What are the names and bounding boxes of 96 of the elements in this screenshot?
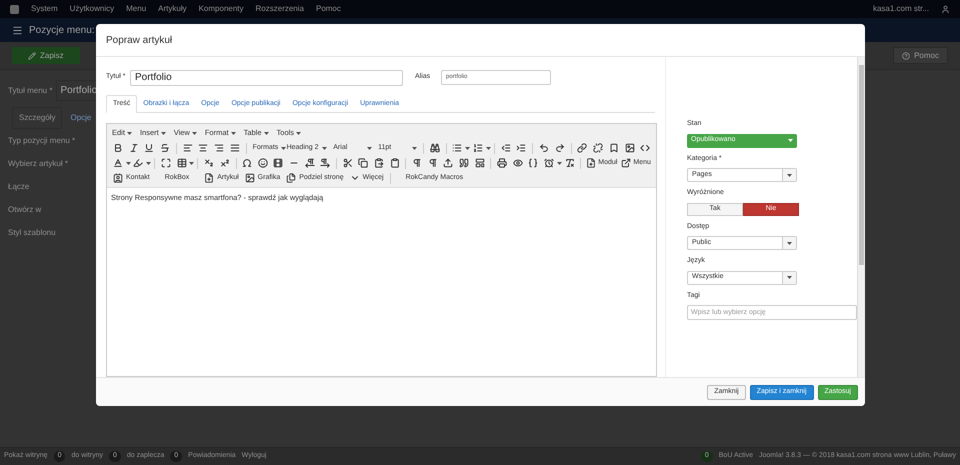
caret-icon [787, 174, 792, 176]
outdent-icon[interactable] [500, 143, 511, 153]
table-icon[interactable] [176, 158, 187, 168]
caret-icon [556, 162, 562, 164]
help-button[interactable]: Pomoc [893, 47, 948, 64]
caret-icon [264, 132, 269, 134]
top-menu-item[interactable]: Menu [126, 3, 146, 15]
field-label: Otwórz w [8, 204, 42, 216]
file-plus-icon [204, 173, 214, 183]
top-menu-item[interactable]: Artykuły [158, 3, 187, 15]
caret-icon [486, 146, 491, 150]
field-label: Łącze [8, 181, 30, 193]
subscript-icon[interactable] [204, 158, 214, 168]
image-icon[interactable] [624, 143, 635, 153]
template-icon[interactable] [474, 158, 485, 168]
redo-icon[interactable] [554, 143, 565, 153]
rtl-icon[interactable] [320, 158, 330, 168]
contact-card-icon [113, 173, 123, 183]
clock-icon[interactable] [544, 158, 554, 168]
caret-icon [788, 139, 793, 142]
media-icon[interactable] [273, 158, 284, 168]
clear-format-icon[interactable] [564, 158, 575, 168]
tab[interactable]: Szczegóły [12, 107, 62, 129]
pilcrow-icon[interactable] [412, 158, 422, 168]
file-plus-icon [586, 158, 596, 168]
highlight-icon[interactable] [133, 158, 144, 168]
bold-icon[interactable] [112, 143, 123, 153]
edit-icon [28, 52, 36, 60]
undo-icon[interactable] [539, 143, 550, 153]
pilcrow-icon[interactable] [428, 158, 438, 168]
top-menu-item[interactable]: Komponenty [198, 3, 244, 15]
caret-icon [465, 146, 470, 150]
user-icon[interactable] [941, 4, 950, 14]
title-input[interactable]: Portfolio [130, 70, 403, 86]
field-label: Styl szablonu [8, 227, 56, 239]
omega-icon[interactable] [242, 158, 252, 168]
align-right-icon[interactable] [214, 143, 224, 153]
smiley-icon[interactable] [258, 158, 268, 168]
top-menu-item[interactable]: Pomoc [316, 3, 341, 15]
code-icon[interactable] [640, 143, 650, 153]
caret-icon [281, 146, 286, 150]
top-menu-item[interactable]: Użytkownicy [70, 3, 114, 15]
fullscreen-icon[interactable] [160, 158, 171, 168]
top-menu-item[interactable]: Rozszerzenia [256, 3, 304, 15]
braces-icon[interactable] [528, 158, 538, 168]
text-color-icon[interactable] [112, 158, 123, 168]
quote-icon[interactable] [458, 158, 469, 168]
caret-icon [192, 132, 197, 134]
caret-icon [412, 146, 417, 150]
superscript-icon[interactable] [220, 158, 230, 168]
caret-icon [296, 132, 302, 134]
paste-text-icon[interactable] [390, 158, 400, 168]
preview-icon[interactable] [512, 158, 523, 168]
tab[interactable]: Opcje [64, 107, 98, 129]
menu-icon [12, 24, 23, 36]
field-label: Typ pozycji menu * [8, 135, 76, 147]
link-icon[interactable] [577, 143, 588, 153]
paste-icon[interactable] [374, 158, 384, 168]
strikethrough-icon[interactable] [160, 143, 170, 153]
top-menu-item[interactable]: System [31, 3, 58, 15]
pages-icon [286, 173, 296, 183]
caret-icon [787, 276, 792, 279]
page-title: Pozycje menu: [29, 24, 95, 38]
upload-icon[interactable] [443, 158, 454, 168]
caret-icon [367, 146, 372, 150]
image-icon [244, 173, 255, 183]
caret-icon [126, 132, 132, 134]
underline-icon[interactable] [144, 143, 154, 153]
caret-icon [230, 132, 236, 134]
ltr-icon[interactable] [304, 158, 315, 168]
caret-icon [126, 162, 131, 164]
site-link[interactable]: kasa1.com str... [872, 3, 929, 15]
modal-title: Popraw artykuł [106, 34, 172, 48]
align-justify-icon[interactable] [230, 143, 240, 153]
bullet-list-icon[interactable] [452, 143, 462, 153]
copy-icon[interactable] [358, 158, 368, 168]
print-icon[interactable] [497, 158, 508, 168]
field-label: Wybierz artykuł * [8, 158, 68, 170]
help-icon [902, 52, 910, 60]
italic-icon[interactable] [128, 143, 139, 153]
align-center-icon[interactable] [198, 143, 208, 153]
caret-icon [787, 242, 792, 244]
indent-icon[interactable] [516, 143, 526, 153]
find-icon[interactable] [430, 143, 440, 153]
caret-icon [189, 162, 194, 164]
align-left-icon[interactable] [182, 143, 193, 153]
unlink-icon[interactable] [593, 143, 604, 153]
numbered-list-icon[interactable] [473, 143, 484, 153]
caret-icon [160, 132, 166, 134]
save-button[interactable]: Zapisz [12, 47, 80, 64]
caret-icon [146, 162, 152, 164]
external-link-icon [621, 158, 632, 168]
cut-icon[interactable] [342, 158, 353, 168]
field-label: Tytuł menu * [8, 84, 52, 96]
caret-icon [322, 146, 328, 150]
bookmark-icon[interactable] [608, 143, 619, 153]
